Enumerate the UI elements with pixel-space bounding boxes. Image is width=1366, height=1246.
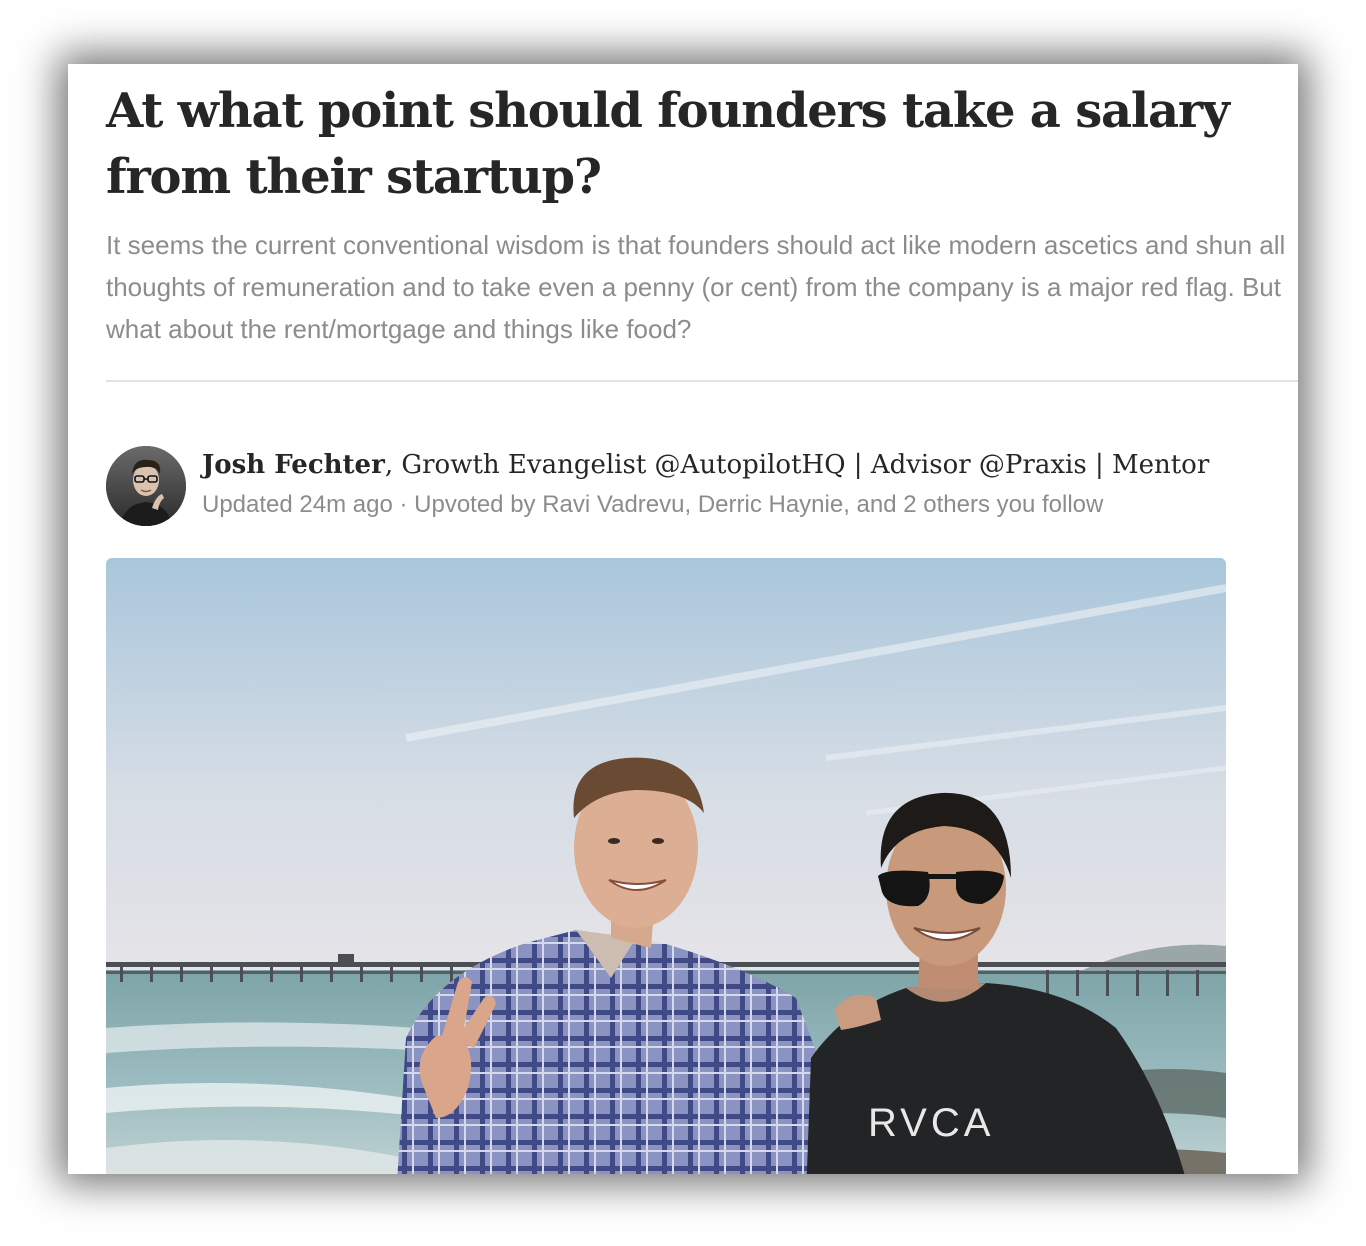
shirt-logo-text: RVCA bbox=[868, 1101, 994, 1145]
question-details: It seems the current conventional wisdom… bbox=[106, 230, 1286, 344]
answer-photo: RVCA bbox=[106, 558, 1226, 1174]
author-avatar[interactable] bbox=[106, 446, 186, 526]
author-credential: , Growth Evangelist @AutopilotHQ | Advis… bbox=[384, 450, 1210, 480]
divider bbox=[106, 380, 1298, 382]
question-page: At what point should founders take a sal… bbox=[68, 64, 1298, 1174]
avatar-image bbox=[106, 446, 186, 526]
author-name[interactable]: Josh Fechter bbox=[202, 450, 385, 480]
answer-author-line: Josh Fechter, Growth Evangelist @Autopil… bbox=[202, 446, 1292, 484]
question-title[interactable]: At what point should founders take a sal… bbox=[106, 78, 1296, 210]
beach-photo-image: RVCA bbox=[106, 558, 1226, 1174]
answer-meta: Updated 24m ago · Upvoted by Ravi Vadrev… bbox=[202, 491, 1104, 518]
